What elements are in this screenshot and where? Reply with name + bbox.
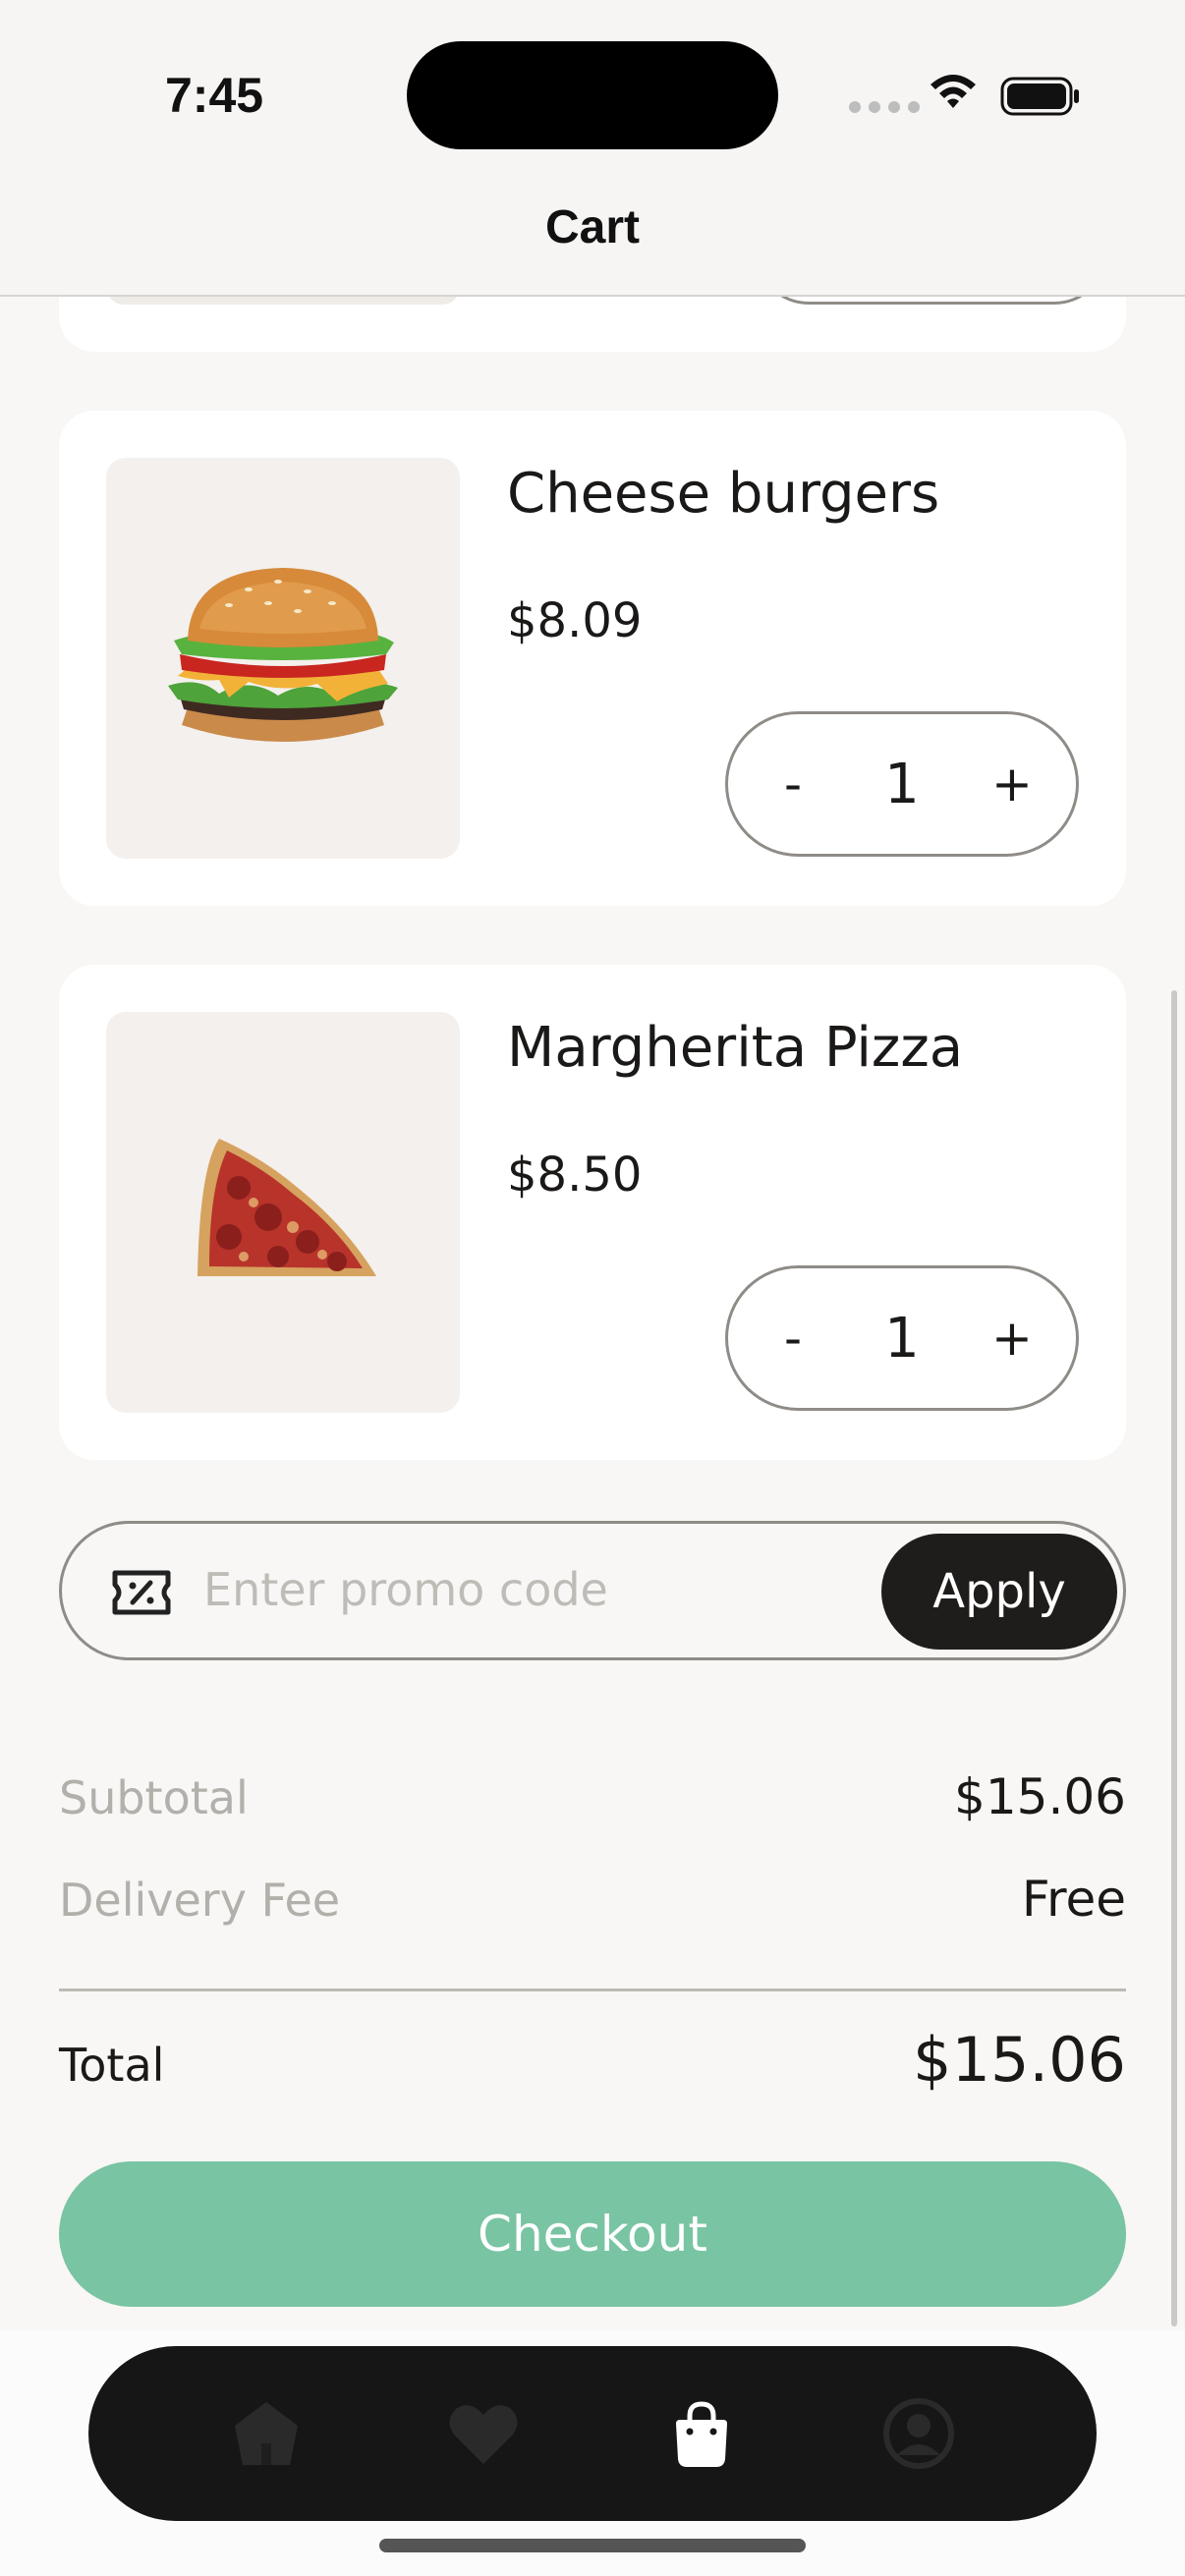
product-image-pizza xyxy=(106,1012,460,1413)
top-bar: 7:45 Cart xyxy=(0,0,1185,297)
quantity-value: 1 xyxy=(884,752,920,816)
heart-icon xyxy=(449,2405,518,2464)
tab-cart[interactable] xyxy=(662,2394,741,2473)
wifi-icon xyxy=(931,75,976,108)
divider xyxy=(59,1988,1126,1991)
product-price: $8.50 xyxy=(507,1148,643,1203)
tab-bar xyxy=(88,2346,1097,2521)
product-image-cheeseburger xyxy=(106,458,460,859)
profile-icon xyxy=(883,2398,955,2469)
tab-profile[interactable] xyxy=(879,2394,958,2473)
home-icon xyxy=(234,2402,298,2465)
cart-item-card: Cheese burgers $8.09 - 1 + xyxy=(59,411,1126,906)
status-time: 7:45 xyxy=(165,68,264,123)
product-name: Cheese burgers xyxy=(507,462,940,526)
total-value: $15.06 xyxy=(913,2024,1126,2096)
pizza-slice-image xyxy=(198,1139,376,1276)
cart-item-card: Margherita Pizza $8.50 - 1 + xyxy=(59,965,1126,1460)
product-price: $8.09 xyxy=(507,593,643,648)
shopping-bag-icon xyxy=(675,2401,727,2467)
delivery-fee-label: Delivery Fee xyxy=(59,1874,341,1927)
subtotal-row: Subtotal $15.06 xyxy=(59,1768,1126,1825)
ticket-percent-icon xyxy=(112,1570,171,1615)
subtotal-value: $15.06 xyxy=(954,1768,1126,1825)
delivery-fee-value: Free xyxy=(1021,1871,1126,1928)
apply-button[interactable]: Apply xyxy=(881,1534,1117,1650)
scrollbar xyxy=(1171,990,1177,2326)
increment-button[interactable]: + xyxy=(991,1310,1033,1367)
increment-button[interactable]: + xyxy=(991,756,1033,812)
cheeseburger-image xyxy=(168,568,398,742)
decrement-button[interactable]: - xyxy=(773,1310,813,1367)
total-row: Total $15.06 xyxy=(59,2024,1126,2096)
dynamic-island xyxy=(407,41,778,149)
delivery-fee-row: Delivery Fee Free xyxy=(59,1871,1126,1928)
battery-icon xyxy=(1000,77,1079,116)
total-label: Total xyxy=(59,2039,165,2092)
page-title: Cart xyxy=(544,201,641,253)
subtotal-label: Subtotal xyxy=(59,1771,249,1824)
checkout-button[interactable]: Checkout xyxy=(59,2161,1126,2307)
quantity-stepper: - 1 + xyxy=(725,1265,1079,1411)
promo-code-input[interactable]: Enter promo code xyxy=(203,1563,608,1616)
promo-code-field: Enter promo code Apply xyxy=(59,1521,1126,1660)
cellular-signal-icon xyxy=(849,101,920,113)
quantity-value: 1 xyxy=(884,1306,920,1371)
product-name: Margherita Pizza xyxy=(507,1016,964,1080)
tab-favorites[interactable] xyxy=(444,2394,523,2473)
tab-home[interactable] xyxy=(227,2394,306,2473)
decrement-button[interactable]: - xyxy=(773,756,813,812)
home-indicator xyxy=(379,2539,806,2552)
quantity-stepper: - 1 + xyxy=(725,711,1079,857)
